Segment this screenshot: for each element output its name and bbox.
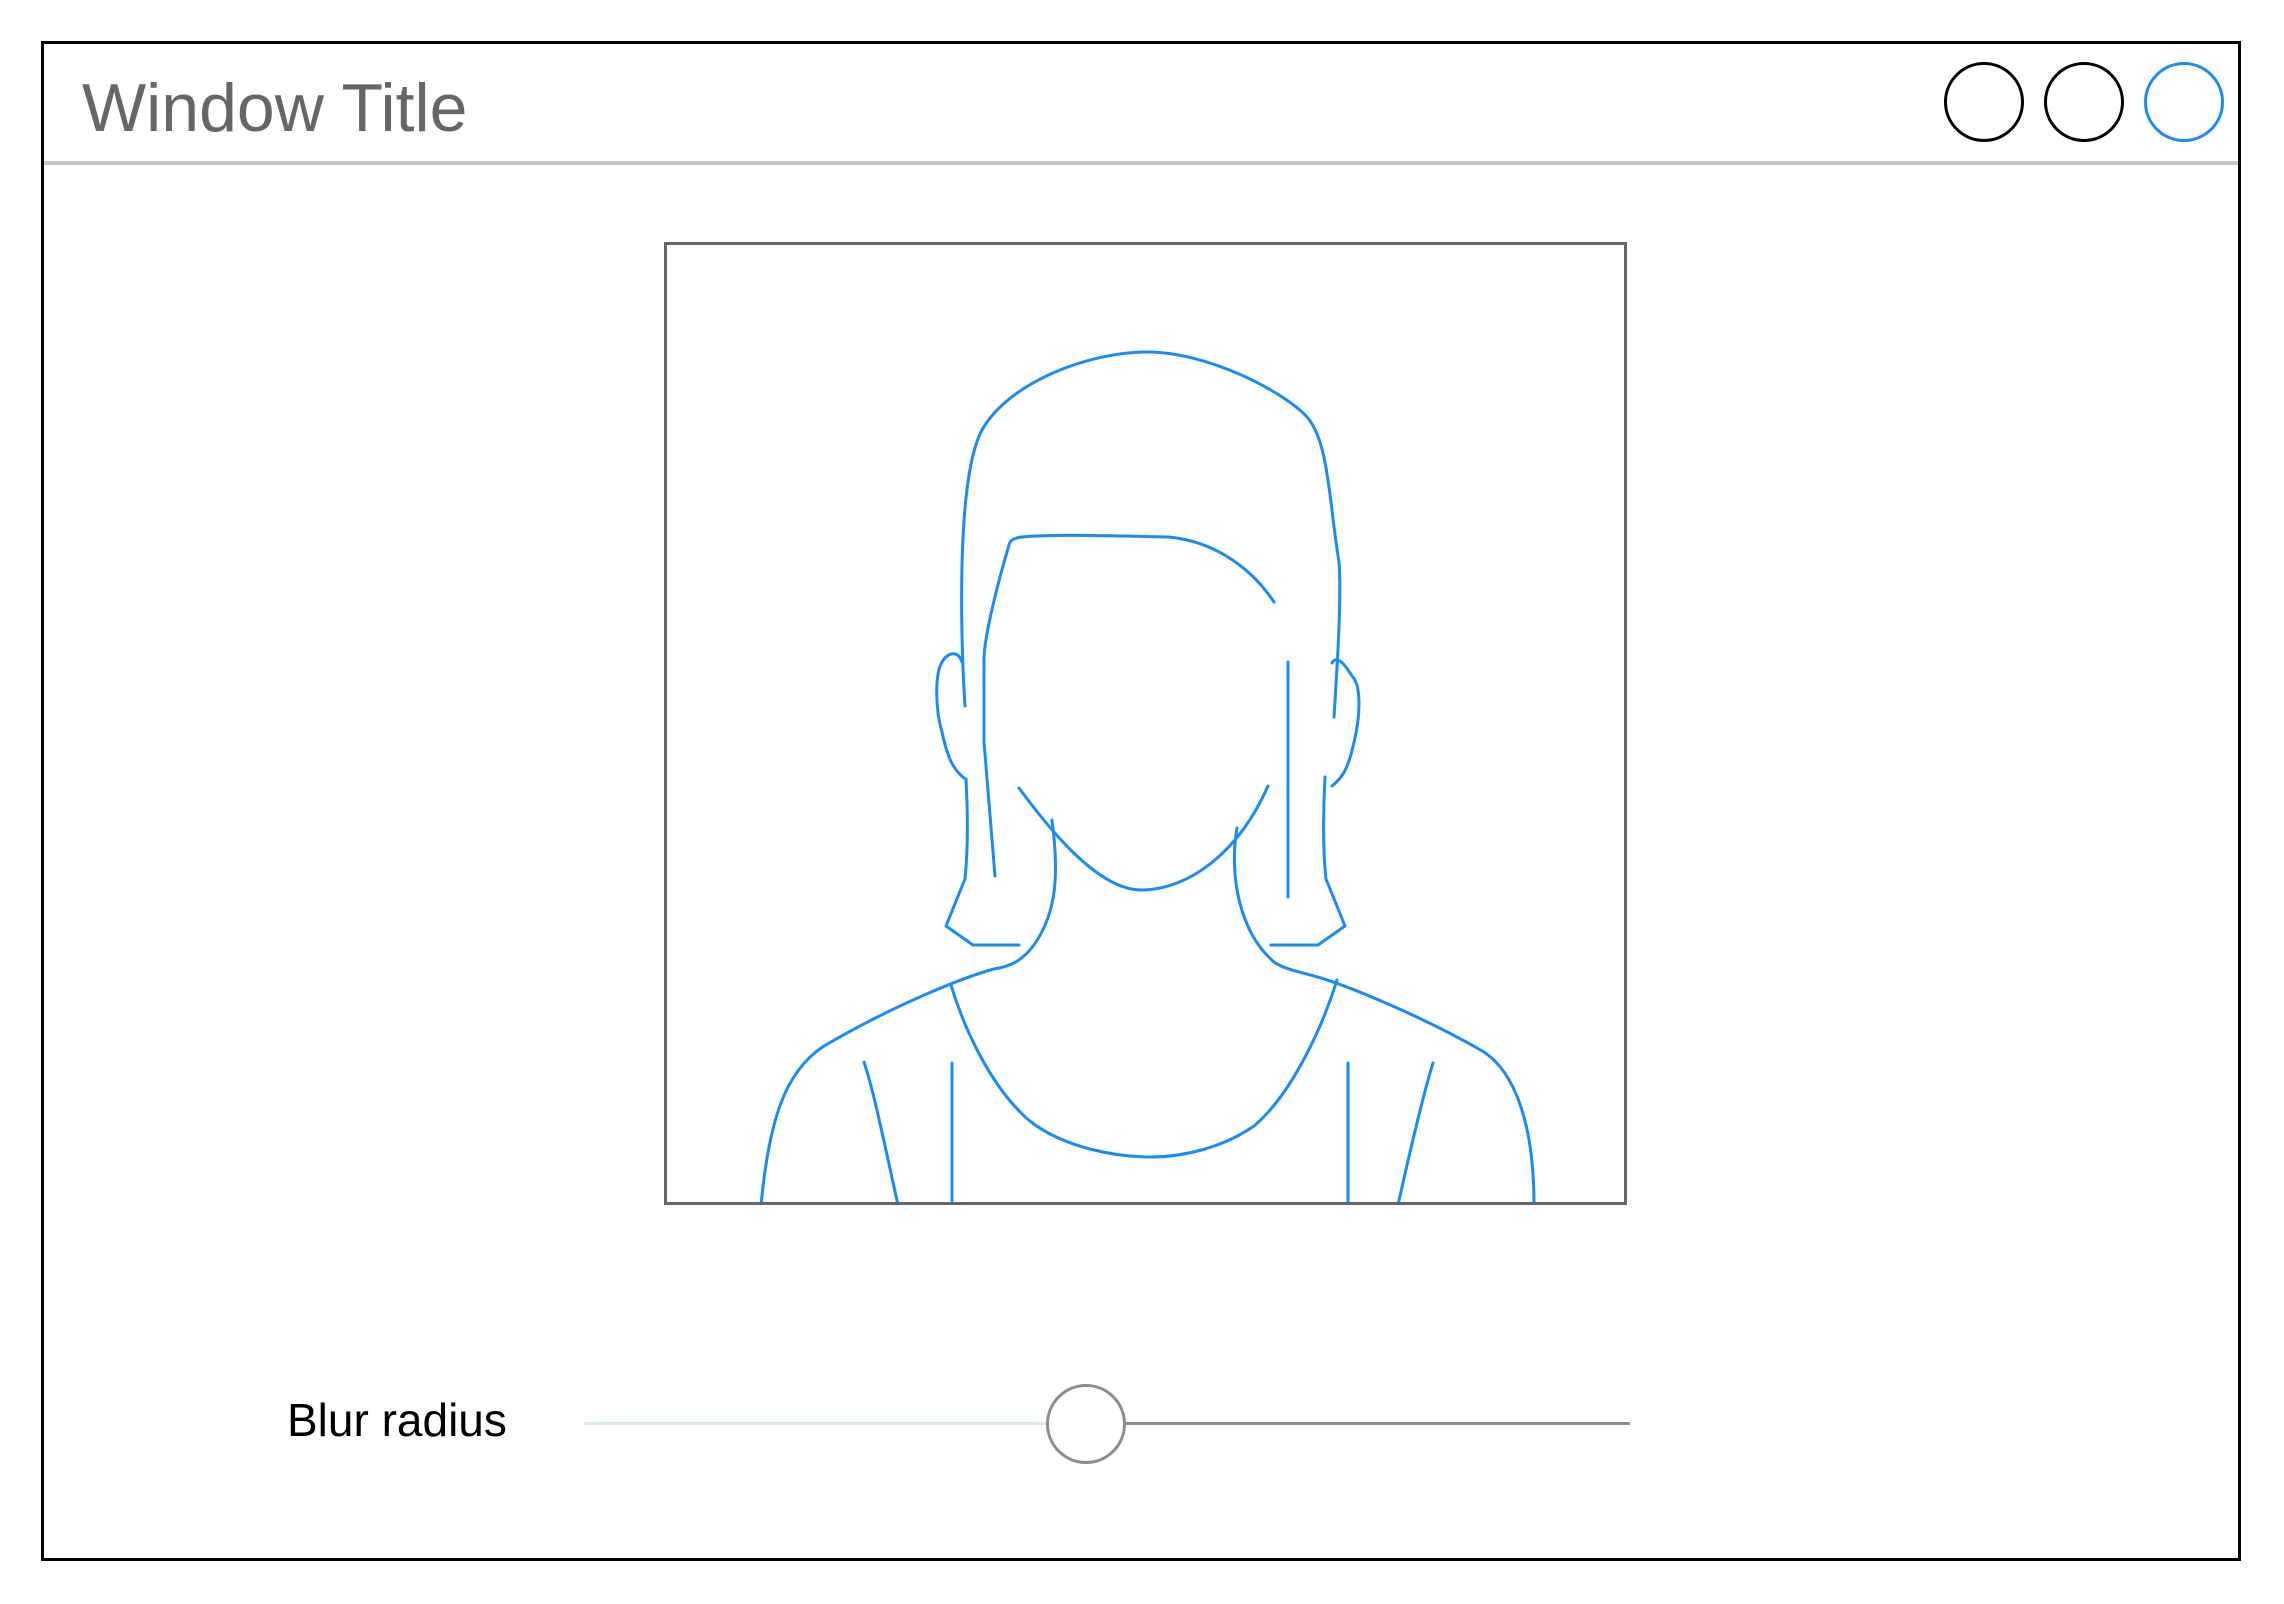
maximize-button[interactable] [2044, 62, 2124, 142]
slider-track[interactable] [1086, 1422, 1630, 1425]
app-window: Window Title Blur radius [41, 41, 2241, 1561]
blur-radius-label: Blur radius [287, 1394, 507, 1446]
person-silhouette-icon [759, 350, 1536, 1202]
blur-radius-slider[interactable] [584, 1384, 1630, 1464]
title-bar-divider [44, 161, 2238, 165]
slider-thumb[interactable] [1046, 1384, 1126, 1464]
close-button[interactable] [2144, 62, 2224, 142]
window-title: Window Title [82, 70, 468, 146]
image-preview [664, 242, 1627, 1205]
slider-track-filled [584, 1422, 1086, 1425]
minimize-button[interactable] [1944, 62, 2024, 142]
